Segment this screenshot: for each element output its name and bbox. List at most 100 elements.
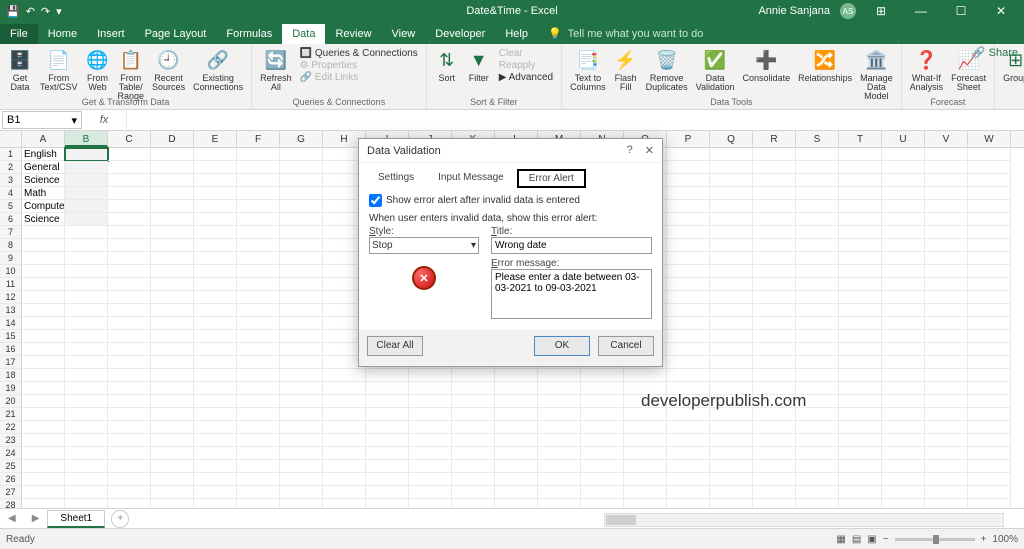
row-header[interactable]: 27 [0, 486, 22, 499]
data-validation-button[interactable]: ✅Data Validation [692, 46, 739, 94]
cell[interactable] [839, 343, 882, 356]
cell[interactable] [753, 174, 796, 187]
cell[interactable] [667, 252, 710, 265]
cell[interactable] [925, 226, 968, 239]
column-header[interactable]: P [667, 131, 710, 147]
column-header[interactable]: S [796, 131, 839, 147]
cell[interactable] [151, 226, 194, 239]
cell[interactable] [839, 200, 882, 213]
cell[interactable] [65, 187, 108, 200]
row-header[interactable]: 23 [0, 434, 22, 447]
cell[interactable] [667, 213, 710, 226]
cell[interactable] [108, 252, 151, 265]
formula-input[interactable] [126, 111, 1024, 129]
cell[interactable] [667, 226, 710, 239]
cell[interactable] [710, 239, 753, 252]
cell[interactable] [710, 421, 753, 434]
cell[interactable] [452, 447, 495, 460]
cell[interactable] [839, 291, 882, 304]
advanced-filter-button[interactable]: ▶ Advanced [499, 72, 553, 83]
cell[interactable] [753, 252, 796, 265]
cell[interactable] [108, 291, 151, 304]
cell[interactable] [968, 161, 1011, 174]
cell[interactable] [108, 395, 151, 408]
cell[interactable] [151, 408, 194, 421]
cell[interactable] [65, 213, 108, 226]
cell[interactable] [710, 486, 753, 499]
cell[interactable] [65, 460, 108, 473]
cell[interactable] [796, 369, 839, 382]
cell[interactable] [65, 382, 108, 395]
show-error-checkbox[interactable] [369, 194, 382, 207]
cell[interactable] [796, 460, 839, 473]
cell[interactable] [925, 252, 968, 265]
queries-connections-button[interactable]: 🔲 Queries & Connections [300, 48, 418, 59]
cell[interactable] [108, 304, 151, 317]
cell[interactable] [968, 278, 1011, 291]
row-header[interactable]: 12 [0, 291, 22, 304]
cell[interactable] [882, 265, 925, 278]
cell[interactable] [667, 421, 710, 434]
cell[interactable] [624, 421, 667, 434]
cell[interactable] [280, 187, 323, 200]
tab-insert[interactable]: Insert [87, 24, 135, 44]
cell[interactable] [495, 421, 538, 434]
cell[interactable]: English [22, 148, 65, 161]
cell[interactable] [710, 382, 753, 395]
ribbon-options-icon[interactable]: ⊞ [866, 4, 896, 18]
cell[interactable] [624, 408, 667, 421]
cell[interactable] [710, 278, 753, 291]
tab-help[interactable]: Help [495, 24, 538, 44]
cell[interactable] [667, 408, 710, 421]
error-message-textarea[interactable]: Please enter a date between 03-03-2021 t… [491, 269, 652, 319]
minimize-icon[interactable]: — [906, 4, 936, 18]
cell[interactable] [409, 395, 452, 408]
cell[interactable] [753, 148, 796, 161]
cell[interactable] [581, 382, 624, 395]
cell[interactable] [882, 395, 925, 408]
cell[interactable]: Math [22, 187, 65, 200]
tab-developer[interactable]: Developer [425, 24, 495, 44]
cell[interactable] [753, 278, 796, 291]
cell[interactable] [194, 187, 237, 200]
cell[interactable] [409, 382, 452, 395]
row-header[interactable]: 3 [0, 174, 22, 187]
cell[interactable] [581, 447, 624, 460]
cell[interactable] [968, 265, 1011, 278]
cell[interactable] [151, 304, 194, 317]
cell[interactable] [194, 239, 237, 252]
cell[interactable] [409, 447, 452, 460]
cell[interactable] [65, 330, 108, 343]
cell[interactable] [366, 382, 409, 395]
cell[interactable] [882, 447, 925, 460]
horizontal-scrollbar[interactable] [604, 513, 1004, 527]
cell[interactable] [237, 161, 280, 174]
manage-data-model-button[interactable]: 🏛️Manage Data Model [856, 46, 897, 103]
cell[interactable] [538, 434, 581, 447]
cell[interactable] [409, 499, 452, 508]
cell[interactable] [151, 395, 194, 408]
cell[interactable] [366, 460, 409, 473]
row-header[interactable]: 9 [0, 252, 22, 265]
cell[interactable] [237, 499, 280, 508]
view-normal-icon[interactable]: ▦ [836, 534, 845, 545]
column-header[interactable]: C [108, 131, 151, 147]
cell[interactable] [753, 187, 796, 200]
qat-dropdown-icon[interactable]: ▾ [56, 5, 62, 18]
cell[interactable] [925, 434, 968, 447]
cell[interactable] [366, 499, 409, 508]
cell[interactable] [667, 291, 710, 304]
cell[interactable] [667, 174, 710, 187]
cell[interactable] [237, 343, 280, 356]
cell[interactable] [538, 447, 581, 460]
cell[interactable] [237, 291, 280, 304]
cell[interactable] [151, 252, 194, 265]
cell[interactable] [151, 473, 194, 486]
tab-page-layout[interactable]: Page Layout [135, 24, 217, 44]
cell[interactable] [796, 343, 839, 356]
cell[interactable] [710, 499, 753, 508]
cell[interactable] [194, 291, 237, 304]
ok-button[interactable]: OK [534, 336, 590, 356]
cell[interactable] [194, 343, 237, 356]
cell[interactable] [151, 343, 194, 356]
